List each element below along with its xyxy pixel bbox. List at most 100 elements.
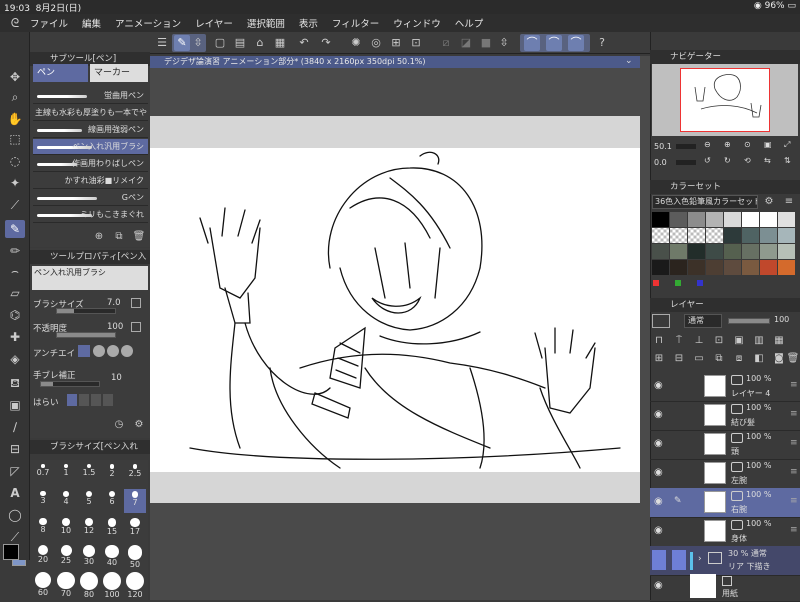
decoration-icon[interactable]: ✚ [5, 328, 25, 346]
chevron-down-icon[interactable]: ⌄ [625, 56, 633, 66]
crop-icon[interactable]: ⊡ [408, 35, 424, 51]
layer-row[interactable]: ◉ 100 % 頭 ≡ [650, 430, 800, 460]
zoom-icon[interactable]: ⌕ [5, 88, 25, 106]
eye-icon[interactable]: ◉ [654, 525, 663, 536]
delete-subtool-icon[interactable]: 🗑 [132, 230, 146, 244]
color-swatch[interactable] [670, 260, 687, 275]
brush-size-option[interactable]: 100 [101, 570, 123, 599]
layer-mask-icon[interactable]: ▣ [732, 334, 746, 348]
pencil-icon[interactable]: ✏ [5, 242, 25, 260]
stroke-1-icon[interactable]: ⌒ [524, 35, 540, 51]
folder-expand-icon[interactable]: › [698, 554, 702, 564]
color-swatch[interactable] [742, 212, 759, 227]
eye-icon[interactable]: ◉ [654, 496, 663, 507]
brush-size-option[interactable]: 30 [78, 543, 100, 567]
copy-subtool-icon[interactable]: ⊕ [92, 230, 106, 244]
brush-icon[interactable]: ⌢ [5, 262, 25, 280]
tool-property-menu-icon[interactable]: ◷ [112, 418, 126, 432]
color-swatch[interactable] [652, 228, 669, 243]
brush-size-slider[interactable] [56, 308, 116, 314]
updown2-icon[interactable]: ⇳ [496, 35, 512, 51]
menu-animation[interactable]: アニメーション [115, 16, 181, 30]
layer-ref-icon[interactable]: ⍑ [672, 334, 686, 348]
stroke-2-icon[interactable]: ⌒ [546, 35, 562, 51]
antialias-mid[interactable] [107, 345, 119, 357]
antialias-weak[interactable] [93, 345, 105, 357]
layer-lock-alpha-icon[interactable]: ⊡ [712, 334, 726, 348]
color-swatch[interactable] [760, 212, 777, 227]
gradient-icon[interactable]: ▣ [5, 396, 25, 414]
apply-mask-icon[interactable]: ◙ [772, 352, 786, 366]
color-swatch[interactable] [742, 228, 759, 243]
color-swatch[interactable] [778, 228, 795, 243]
menu-selection[interactable]: 選択範囲 [247, 16, 285, 30]
brush-size-option[interactable]: 2 [101, 462, 123, 486]
tab-marker[interactable]: マーカー [90, 64, 148, 82]
navigator-zoom-slider[interactable] [676, 144, 696, 149]
brush-size-option[interactable]: 120 [124, 570, 146, 599]
help-icon[interactable]: ? [594, 35, 610, 51]
zoom-in-icon[interactable]: ⊕ [724, 140, 731, 149]
layer-menu-icon[interactable]: ≡ [790, 525, 798, 535]
airbrush-icon[interactable]: ⌬ [5, 306, 25, 324]
app-logo-icon[interactable]: ᘓ [0, 16, 30, 31]
print-icon[interactable]: ▦ [272, 35, 288, 51]
brush-size-option[interactable]: 40 [101, 543, 123, 567]
color-swatch[interactable] [688, 260, 705, 275]
merge-down-icon[interactable]: ⧉ [712, 352, 726, 366]
layer-menu-icon[interactable]: ≡ [790, 496, 798, 506]
fit-icon[interactable]: ⊙ [744, 140, 751, 149]
color-swatch[interactable] [670, 228, 687, 243]
stabilization-slider[interactable] [40, 381, 100, 387]
new-folder-icon[interactable]: ▭ [692, 352, 706, 366]
tool-property-settings-icon[interactable]: ⚙ [132, 418, 146, 432]
main-color-swatch[interactable] [3, 544, 19, 560]
color-swatch[interactable] [688, 228, 705, 243]
brush-size-option[interactable]: 4 [55, 489, 77, 513]
eye-icon[interactable]: ◉ [654, 409, 663, 420]
new-raster-layer-icon[interactable]: ⊞ [652, 352, 666, 366]
copy-layer-icon[interactable]: ⧈ [732, 352, 746, 366]
flip-v-icon[interactable]: ⇅ [784, 156, 791, 165]
brush-size-option[interactable]: 60 [32, 570, 54, 597]
brush-size-option[interactable]: 17 [124, 516, 146, 540]
tab-pen[interactable]: ペン [33, 64, 88, 82]
menu-window[interactable]: ウィンドウ [393, 16, 441, 30]
color-swatch[interactable] [688, 244, 705, 259]
brush-size-option[interactable]: 1.5 [78, 462, 100, 486]
color-swatch[interactable] [778, 212, 795, 227]
transform-icon[interactable]: ⊞ [388, 35, 404, 51]
move-icon[interactable]: ✥ [5, 68, 25, 86]
actual-size-icon[interactable]: ▣ [764, 140, 772, 149]
folder-draft-toggle[interactable] [672, 550, 686, 570]
frame-icon[interactable]: ⊟ [5, 440, 25, 458]
navigator-preview[interactable] [680, 68, 770, 132]
color-swatch[interactable] [724, 228, 741, 243]
brush-item[interactable]: ミリもこきまぐれ [33, 207, 148, 223]
opacity-pressure-icon[interactable] [131, 322, 141, 332]
reset-rotation-icon[interactable]: ⟲ [744, 156, 751, 165]
layer-mask-add-icon[interactable]: ◧ [752, 352, 766, 366]
drawing-canvas[interactable] [150, 148, 640, 472]
color-swatch[interactable] [724, 260, 741, 275]
brush-item[interactable]: 作画用わりばしペン [33, 156, 148, 172]
color-set-select[interactable]: 36色入色鉛筆風カラーセット [652, 195, 758, 209]
layer-palette-icon[interactable]: ▦ [772, 334, 786, 348]
layer-row[interactable]: ◉ 100 % 左腕 ≡ [650, 459, 800, 489]
menu-file[interactable]: ファイル [30, 16, 68, 30]
color-swatch[interactable] [670, 244, 687, 259]
brush-size-option[interactable]: 0.7 [32, 462, 54, 486]
brush-item[interactable]: かすれ油彩■リメイク [33, 173, 148, 189]
menu-edit[interactable]: 編集 [82, 16, 101, 30]
rotate-right-icon[interactable]: ↻ [724, 156, 731, 165]
layer-row[interactable]: ◉ 100 % 身体 ≡ [650, 517, 800, 547]
blend-icon[interactable]: ◈ [5, 350, 25, 368]
save-icon[interactable]: ⌂ [252, 35, 268, 51]
rotate-left-icon[interactable]: ↺ [704, 156, 711, 165]
color-swatch[interactable] [760, 244, 777, 259]
menu-filter[interactable]: フィルター [332, 16, 379, 30]
color-swatch[interactable] [742, 244, 759, 259]
menu-view[interactable]: 表示 [299, 16, 318, 30]
operation-icon[interactable]: ⬚ [5, 130, 25, 148]
figure-icon[interactable]: ∕ [5, 418, 25, 436]
